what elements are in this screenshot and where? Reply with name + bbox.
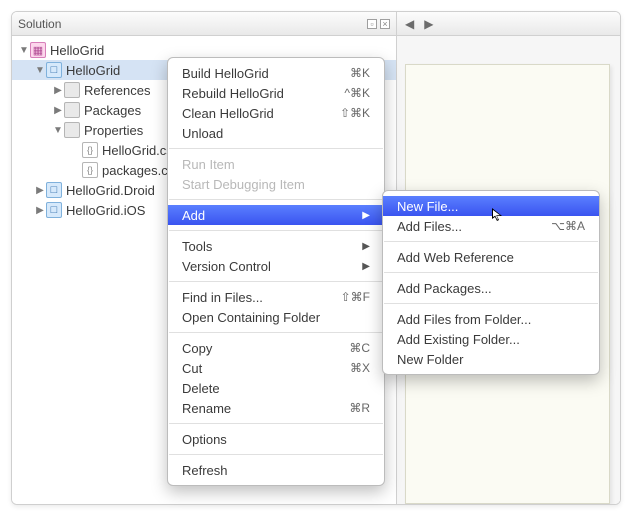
expand-arrow-icon[interactable]: ▼ [52,125,64,136]
menu-open-containing-folder[interactable]: Open Containing Folder [168,307,384,327]
folder-icon [64,102,80,118]
menu-add-web-reference[interactable]: Add Web Reference [383,247,599,267]
pane-minimize-icon[interactable]: ▫ [367,19,377,29]
csproj-icon: □ [46,62,62,78]
menu-new-folder[interactable]: New Folder [383,349,599,369]
config-file-icon: {} [82,162,98,178]
menu-separator [169,454,383,455]
menu-separator [169,199,383,200]
menu-run-item: Run Item [168,154,384,174]
menu-separator [384,303,598,304]
expand-arrow-icon[interactable]: ▼ [18,45,30,56]
menu-add-packages[interactable]: Add Packages... [383,278,599,298]
csproj-icon: □ [46,182,62,198]
menu-clean[interactable]: Clean HelloGrid⇧⌘K [168,103,384,123]
add-submenu: New File... Add Files...⌥⌘A Add Web Refe… [382,190,600,375]
menu-version-control[interactable]: Version Control▶ [168,256,384,276]
nav-forward-icon[interactable]: ▶ [424,17,433,31]
menu-separator [384,241,598,242]
menu-rename[interactable]: Rename⌘R [168,398,384,418]
menu-separator [169,148,383,149]
menu-separator [169,423,383,424]
tree-label: HelloGrid [50,43,390,58]
csproj-icon: □ [46,202,62,218]
menu-find-in-files[interactable]: Find in Files...⇧⌘F [168,287,384,307]
menu-separator [384,272,598,273]
menu-separator [169,281,383,282]
solution-icon: ▦ [30,42,46,58]
expand-arrow-icon[interactable]: ▼ [34,65,46,76]
menu-cut[interactable]: Cut⌘X [168,358,384,378]
menu-build[interactable]: Build HelloGrid⌘K [168,63,384,83]
menu-add-existing-folder[interactable]: Add Existing Folder... [383,329,599,349]
expand-arrow-icon[interactable]: ▶ [52,85,64,96]
folder-icon [64,82,80,98]
menu-rebuild[interactable]: Rebuild HelloGrid^⌘K [168,83,384,103]
menu-delete[interactable]: Delete [168,378,384,398]
menu-separator [169,230,383,231]
menu-unload[interactable]: Unload [168,123,384,143]
expand-arrow-icon[interactable]: ▶ [34,205,46,216]
menu-refresh[interactable]: Refresh [168,460,384,480]
solution-title: Solution [18,17,364,31]
menu-tools[interactable]: Tools▶ [168,236,384,256]
folder-icon [64,122,80,138]
menu-start-debugging: Start Debugging Item [168,174,384,194]
submenu-arrow-icon: ▶ [342,241,370,252]
pane-close-icon[interactable]: × [380,19,390,29]
submenu-arrow-icon: ▶ [342,210,370,221]
nav-back-icon[interactable]: ◀ [405,17,414,31]
menu-add-files-from-folder[interactable]: Add Files from Folder... [383,309,599,329]
menu-new-file[interactable]: New File... [383,196,599,216]
menu-copy[interactable]: Copy⌘C [168,338,384,358]
solution-header: Solution ▫ × [12,12,396,36]
project-context-menu: Build HelloGrid⌘K Rebuild HelloGrid^⌘K C… [167,57,385,486]
expand-arrow-icon[interactable]: ▶ [52,105,64,116]
editor-toolbar: ◀ ▶ [397,12,620,36]
menu-separator [169,332,383,333]
menu-add-files[interactable]: Add Files...⌥⌘A [383,216,599,236]
menu-add[interactable]: Add▶ [168,205,384,225]
submenu-arrow-icon: ▶ [342,261,370,272]
expand-arrow-icon[interactable]: ▶ [34,185,46,196]
csharp-file-icon: {} [82,142,98,158]
menu-options[interactable]: Options [168,429,384,449]
